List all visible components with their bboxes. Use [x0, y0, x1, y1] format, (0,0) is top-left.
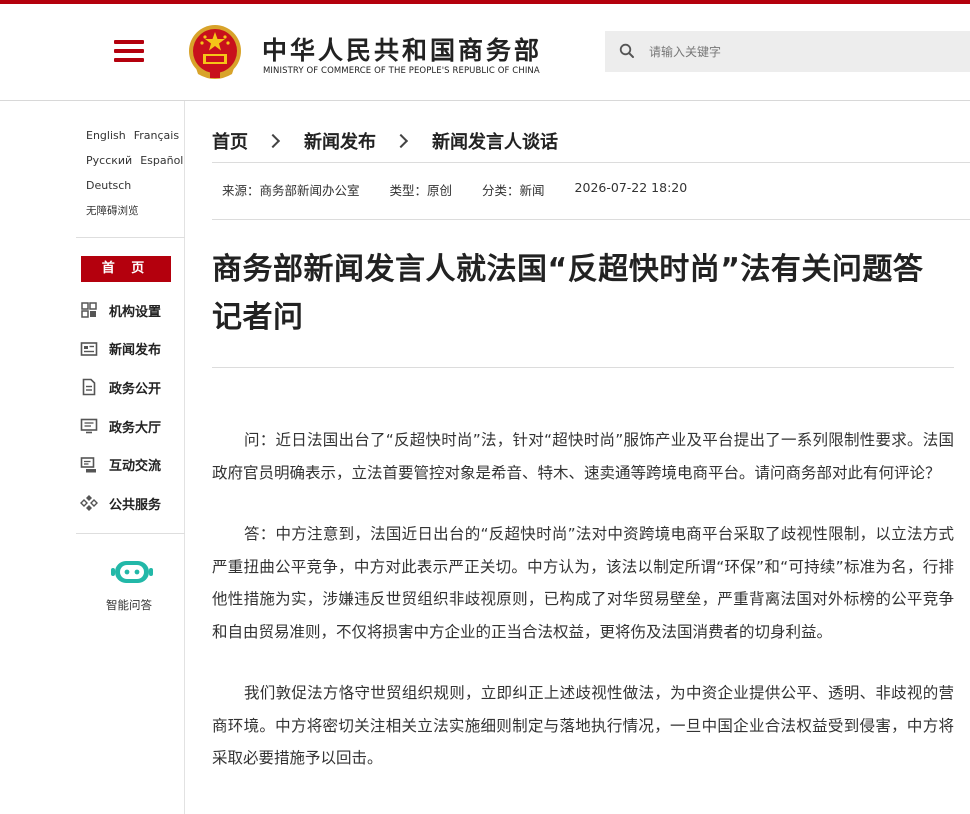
menu-icon[interactable] — [114, 40, 144, 64]
meta-source: 来源：商务部新闻办公室 — [222, 183, 360, 198]
lang-link-spanish[interactable]: Español — [140, 154, 183, 167]
sidebar-item-label: 互动交流 — [109, 459, 162, 475]
breadcrumb-spokesperson[interactable]: 新闻发言人谈话 — [432, 128, 558, 154]
breadcrumb-news[interactable]: 新闻发布 — [304, 128, 376, 154]
site-subtitle: MINISTRY OF COMMERCE OF THE PEOPLE'S REP… — [263, 66, 540, 76]
left-sidebar: English Français Русский Español Deutsch… — [76, 101, 185, 814]
sidebar-item-label: 机构设置 — [109, 304, 162, 320]
divider — [212, 162, 970, 163]
sidebar-item-org[interactable]: 机构设置 — [80, 291, 184, 330]
search-bar — [605, 31, 970, 72]
search-input[interactable] — [649, 31, 959, 72]
sidebar-item-service-hall[interactable]: 政务大厅 — [80, 407, 184, 446]
sidebar-item-label: 政务公开 — [109, 381, 162, 397]
document-icon — [82, 379, 96, 396]
chevron-right-icon — [393, 133, 409, 149]
article-body: 问：近日法国出台了“反超快时尚”法，针对“超快时尚”服饰产业及平台提出了一系列限… — [212, 424, 954, 804]
article-paragraph: 答：中方注意到，法国近日出台的“反超快时尚”法对中资跨境电商平台采取了歧视性限制… — [212, 525, 954, 641]
divider — [212, 219, 970, 220]
article-title: 商务部新闻发言人就法国“反超快时尚”法有关问题答记者问 — [212, 252, 924, 335]
national-emblem-icon[interactable] — [188, 24, 242, 82]
sidebar-item-label: 政务大厅 — [109, 420, 162, 436]
breadcrumb: 首页 新闻发布 新闻发言人谈话 — [212, 128, 558, 154]
robot-assistant-icon[interactable] — [111, 557, 153, 587]
language-links: English Français Русский Español Deutsch… — [86, 123, 185, 223]
article-meta: 来源：商务部新闻办公室 类型：原创 分类：新闻 2026-07-22 18:20 — [222, 180, 687, 199]
lang-link-english[interactable]: English — [86, 129, 126, 142]
article-paragraph: 我们敦促法方恪守世贸组织规则，立即纠正上述歧视性做法，为中资企业提供公平、透明、… — [212, 684, 954, 767]
sidebar-item-label: 新闻发布 — [109, 343, 162, 359]
divider — [212, 367, 954, 368]
breadcrumb-home[interactable]: 首页 — [212, 128, 248, 154]
news-icon — [80, 342, 98, 356]
sidebar-item-news[interactable]: 新闻发布 — [80, 330, 184, 369]
site-header: 中华人民共和国商务部 MINISTRY OF COMMERCE OF THE P… — [0, 4, 970, 101]
assistant-label[interactable]: 智能问答 — [106, 597, 152, 613]
accessibility-link[interactable]: 无障碍浏览 — [86, 203, 139, 218]
article-paragraph: 问：近日法国出台了“反超快时尚”法，针对“超快时尚”服饰产业及平台提出了一系列限… — [212, 431, 954, 482]
divider — [76, 533, 185, 534]
site-title: 中华人民共和国商务部 — [262, 36, 543, 65]
chevron-right-icon — [265, 133, 281, 149]
sidebar-nav: 机构设置 新闻发布 政务公开 政务大厅 互动交流 公共服务 — [80, 291, 184, 523]
sidebar-item-label: 公共服务 — [109, 497, 162, 513]
meta-datetime: 2026-07-22 18:20 — [574, 180, 688, 195]
search-icon[interactable] — [619, 43, 635, 59]
lang-link-russian[interactable]: Русский — [86, 154, 132, 167]
home-button[interactable]: 首 页 — [81, 256, 171, 282]
chat-icon — [80, 456, 96, 473]
sidebar-item-public-service[interactable]: 公共服务 — [80, 484, 184, 523]
divider — [76, 237, 185, 238]
public-service-icon — [80, 495, 98, 512]
lang-link-german[interactable]: Deutsch — [86, 179, 131, 192]
meta-type: 类型：原创 — [389, 183, 453, 198]
sidebar-item-interaction[interactable]: 互动交流 — [80, 445, 184, 484]
meta-category: 分类：新闻 — [482, 183, 545, 198]
service-hall-icon — [80, 418, 98, 434]
lang-link-french[interactable]: Français — [134, 129, 179, 142]
sidebar-item-gov-affairs[interactable]: 政务公开 — [80, 368, 184, 407]
org-structure-icon — [81, 302, 97, 319]
